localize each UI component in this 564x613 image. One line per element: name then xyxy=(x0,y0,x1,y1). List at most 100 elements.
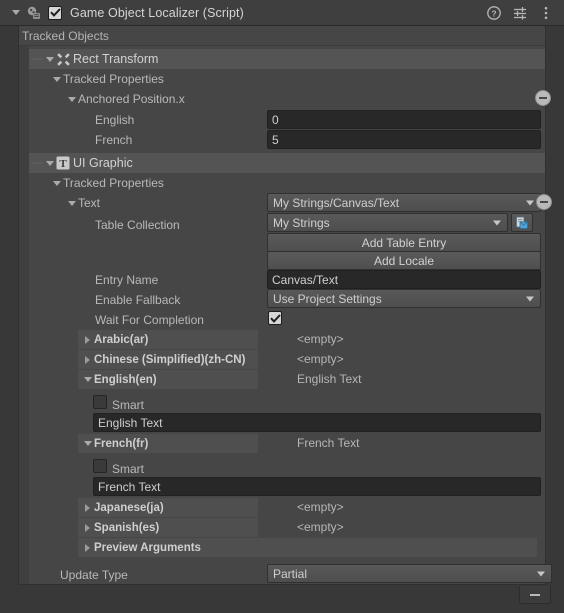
ug-tracked-properties-row[interactable]: Tracked Properties xyxy=(50,174,164,192)
locale-french-preview: French Text xyxy=(297,436,360,450)
rect-transform-icon xyxy=(56,52,73,67)
component-foldout-toggle[interactable] xyxy=(8,10,24,15)
locale-english-foldout[interactable] xyxy=(81,373,94,386)
wait-for-completion-label: Wait For Completion xyxy=(95,313,204,327)
locale-french-smart-label: Smart xyxy=(112,462,145,476)
add-locale-button[interactable]: Add Locale xyxy=(267,251,541,270)
entry-name-label-row: Entry Name xyxy=(95,271,158,289)
preview-arguments-label: Preview Arguments xyxy=(94,541,201,554)
locale-japanese-label: Japanese(ja) xyxy=(94,501,164,514)
locale-row-chinese[interactable]: Chinese (Simplified)(zh-CN) xyxy=(78,350,258,369)
locale-french-smart-label-row: Smart xyxy=(112,460,144,478)
locale-japanese-foldout[interactable] xyxy=(81,501,94,514)
update-type-value: Partial xyxy=(273,566,308,581)
chevron-right-icon xyxy=(85,543,90,552)
checkmark-icon xyxy=(49,8,61,17)
drag-handle-icon[interactable] xyxy=(32,162,42,164)
rt-tracked-properties-foldout[interactable] xyxy=(50,73,63,86)
ug-tracked-properties-label: Tracked Properties xyxy=(63,176,164,190)
update-type-label: Update Type xyxy=(60,568,128,582)
ug-text-property-remove-button[interactable] xyxy=(536,194,552,210)
more-menu-icon[interactable] xyxy=(538,5,553,20)
section-ui-graphic[interactable]: T UI Graphic xyxy=(29,153,545,173)
chevron-down-icon xyxy=(83,441,92,446)
chevron-down-icon xyxy=(45,160,54,166)
chevron-right-icon xyxy=(85,355,90,364)
locale-french-foldout[interactable] xyxy=(81,437,94,450)
rect-transform-label: Rect Transform xyxy=(73,52,159,66)
rt-property-remove-button[interactable] xyxy=(535,90,551,106)
text-component-icon: T xyxy=(56,156,73,170)
locale-french-smart-checkbox[interactable] xyxy=(93,459,107,473)
locale-row-french[interactable]: French(fr) xyxy=(78,434,258,453)
drag-handle-icon[interactable] xyxy=(32,58,42,60)
rt-tracked-properties-row[interactable]: Tracked Properties xyxy=(50,70,164,88)
ug-text-property-label: Text xyxy=(78,196,101,210)
locale-chinese-preview: <empty> xyxy=(297,352,344,366)
table-collection-value: My Strings xyxy=(273,215,330,230)
component-header[interactable]: Game Object Localizer (Script) ? xyxy=(0,0,564,26)
locale-english-smart-label: Smart xyxy=(112,398,145,412)
locale-row-spanish[interactable]: Spanish(es) xyxy=(78,518,258,537)
rt-locale-english-label: English xyxy=(95,113,135,127)
locale-row-japanese[interactable]: Japanese(ja) xyxy=(78,498,258,517)
chevron-down-icon xyxy=(52,76,61,82)
chevron-down-icon xyxy=(526,296,534,301)
entry-name-input[interactable]: Canvas/Text xyxy=(267,270,541,289)
locale-spanish-foldout[interactable] xyxy=(81,521,94,534)
string-reference-dropdown[interactable]: My Strings/Canvas/Text xyxy=(267,193,541,212)
open-table-button[interactable] xyxy=(511,213,533,232)
preview-arguments-foldout[interactable] xyxy=(81,541,94,554)
chevron-down-icon xyxy=(67,96,76,102)
locale-arabic-foldout[interactable] xyxy=(81,333,94,346)
update-type-label-row: Update Type xyxy=(60,566,128,584)
ui-graphic-foldout[interactable] xyxy=(43,157,56,170)
svg-text:?: ? xyxy=(491,8,496,18)
enable-fallback-label: Enable Fallback xyxy=(95,293,181,307)
chevron-down-icon xyxy=(537,571,545,576)
remove-component-button[interactable] xyxy=(519,586,551,604)
preview-arguments-row[interactable]: Preview Arguments xyxy=(78,538,537,557)
locale-english-smart-checkbox[interactable] xyxy=(93,395,107,409)
locale-spanish-label: Spanish(es) xyxy=(94,521,160,534)
locale-arabic-label: Arabic(ar) xyxy=(94,333,149,346)
ui-graphic-label: UI Graphic xyxy=(73,156,133,170)
rect-transform-foldout[interactable] xyxy=(43,53,56,66)
enable-fallback-dropdown[interactable]: Use Project Settings xyxy=(267,289,541,308)
chevron-down-icon xyxy=(526,200,534,205)
rt-property-foldout[interactable] xyxy=(65,93,78,106)
section-rect-transform[interactable]: Rect Transform xyxy=(29,49,545,69)
rt-property-row[interactable]: Anchored Position.x xyxy=(65,90,185,108)
table-collection-label-row: Table Collection xyxy=(95,216,180,234)
wait-for-completion-checkbox[interactable] xyxy=(268,311,282,325)
ug-text-property-foldout[interactable] xyxy=(65,197,78,210)
script-icon xyxy=(25,5,43,21)
rt-locale-english-value-input[interactable]: 0 xyxy=(267,110,541,129)
chevron-right-icon xyxy=(85,335,90,344)
ug-tracked-properties-foldout[interactable] xyxy=(50,177,63,190)
locale-french-label: French(fr) xyxy=(94,437,149,450)
locale-french-text-input[interactable]: French Text xyxy=(93,477,541,496)
locale-english-text-input[interactable]: English Text xyxy=(93,413,541,432)
chevron-down-icon xyxy=(12,10,20,15)
preset-icon[interactable] xyxy=(512,5,527,20)
locale-row-english[interactable]: English(en) xyxy=(78,370,258,389)
rt-locale-french-value-input[interactable]: 5 xyxy=(267,130,541,149)
component-enabled-checkbox[interactable] xyxy=(48,5,62,20)
locale-arabic-preview: <empty> xyxy=(297,332,344,346)
table-collection-dropdown[interactable]: My Strings xyxy=(267,213,508,232)
locale-row-arabic[interactable]: Arabic(ar) xyxy=(78,330,258,349)
checkmark-icon xyxy=(269,313,281,323)
locale-chinese-foldout[interactable] xyxy=(81,353,94,366)
help-icon[interactable]: ? xyxy=(486,5,501,20)
chevron-right-icon xyxy=(85,503,90,512)
add-table-entry-button[interactable]: Add Table Entry xyxy=(267,233,541,252)
chevron-down-icon xyxy=(493,220,501,225)
ug-text-property-row[interactable]: Text xyxy=(65,194,100,212)
svg-text:T: T xyxy=(59,158,67,170)
locale-spanish-preview: <empty> xyxy=(297,520,344,534)
update-type-dropdown[interactable]: Partial xyxy=(267,564,552,583)
chevron-down-icon xyxy=(52,180,61,186)
chevron-down-icon xyxy=(83,377,92,382)
locale-chinese-label: Chinese (Simplified)(zh-CN) xyxy=(94,353,246,366)
